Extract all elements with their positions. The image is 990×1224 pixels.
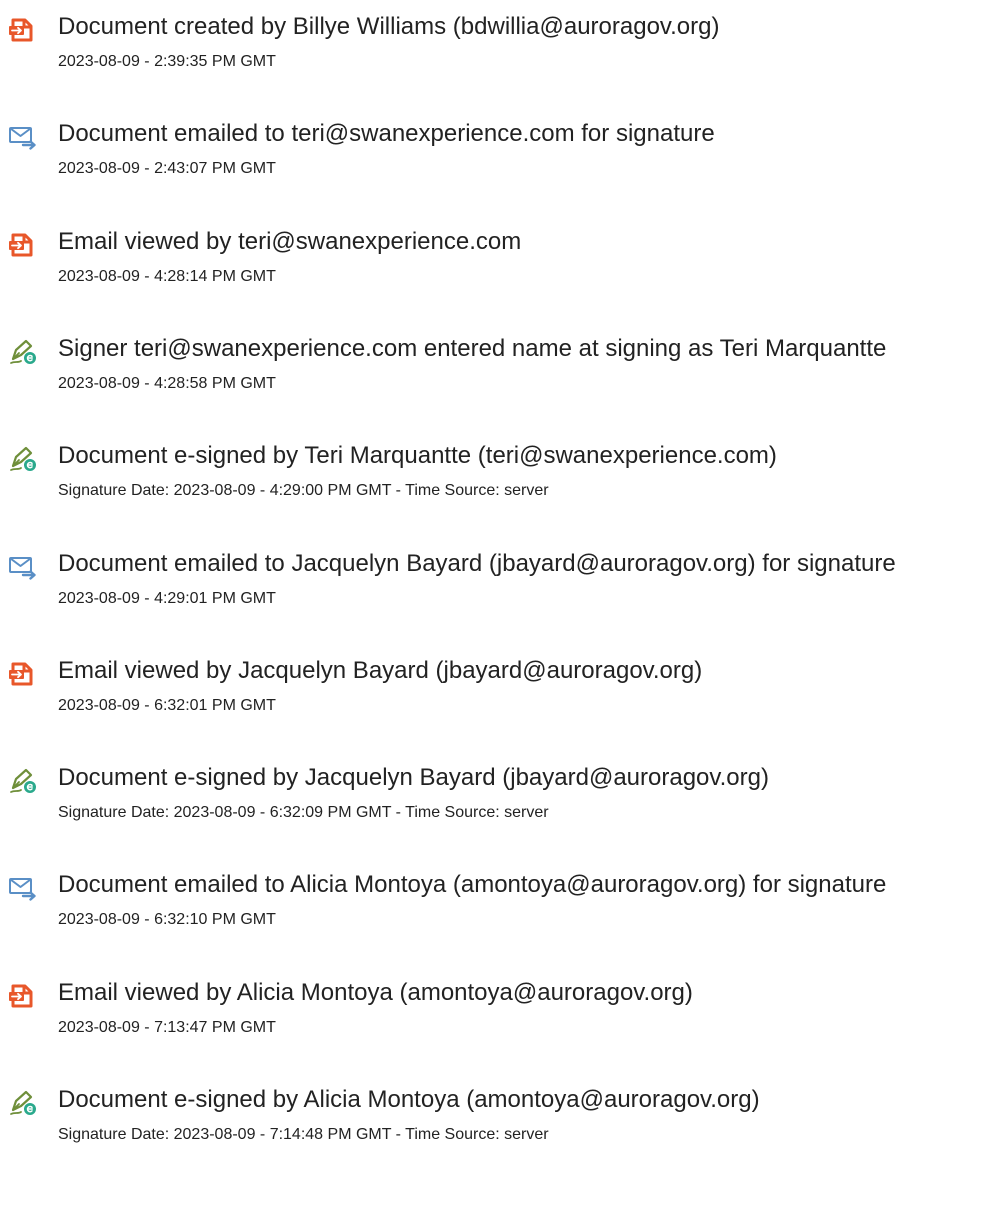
event-timestamp: Signature Date: 2023-08-09 - 7:14:48 PM … (58, 1126, 549, 1143)
audit-event: Document e-signed by Jacquelyn Bayard (j… (0, 763, 990, 843)
event-title: Email viewed by teri@swanexperience.com (58, 228, 522, 255)
e-sign-pen-icon (9, 446, 37, 472)
email-send-icon (9, 554, 37, 580)
audit-event: Email viewed by teri@swanexperience.com 2… (0, 227, 990, 307)
event-timestamp: 2023-08-09 - 2:43:07 PM GMT (58, 160, 276, 177)
event-title: Document created by Billye Williams (bdw… (58, 13, 720, 40)
audit-event: Email viewed by Jacquelyn Bayard (jbayar… (0, 656, 990, 736)
event-timestamp: 2023-08-09 - 6:32:01 PM GMT (58, 697, 276, 714)
document-view-icon (9, 17, 37, 43)
event-timestamp: Signature Date: 2023-08-09 - 6:32:09 PM … (58, 804, 549, 821)
e-sign-pen-icon (9, 339, 37, 365)
event-timestamp: 2023-08-09 - 4:28:58 PM GMT (58, 375, 276, 392)
audit-event: Document e-signed by Teri Marquantte (te… (0, 441, 990, 521)
event-title: Email viewed by Jacquelyn Bayard (jbayar… (58, 657, 703, 684)
audit-event: Signer teri@swanexperience.com entered n… (0, 334, 990, 414)
audit-event: Document emailed to Alicia Montoya (amon… (0, 870, 990, 950)
event-timestamp: 2023-08-09 - 7:13:47 PM GMT (58, 1019, 276, 1036)
event-title: Document emailed to Jacquelyn Bayard (jb… (58, 550, 896, 577)
e-sign-pen-icon (9, 1090, 37, 1116)
event-title: Document emailed to teri@swanexperience.… (58, 120, 715, 147)
event-timestamp: 2023-08-09 - 2:39:35 PM GMT (58, 53, 276, 70)
audit-event: Document emailed to teri@swanexperience.… (0, 119, 990, 199)
event-title: Signer teri@swanexperience.com entered n… (58, 335, 887, 362)
audit-event: Document e-signed by Alicia Montoya (amo… (0, 1085, 990, 1165)
event-timestamp: 2023-08-09 - 4:28:14 PM GMT (58, 268, 276, 285)
audit-event: Email viewed by Alicia Montoya (amontoya… (0, 978, 990, 1058)
audit-event: Document created by Billye Williams (bdw… (0, 12, 990, 92)
email-send-icon (9, 124, 37, 150)
audit-event: Document emailed to Jacquelyn Bayard (jb… (0, 549, 990, 629)
document-view-icon (9, 232, 37, 258)
event-title: Document e-signed by Jacquelyn Bayard (j… (58, 764, 769, 791)
document-view-icon (9, 661, 37, 687)
event-title: Document e-signed by Alicia Montoya (amo… (58, 1086, 760, 1113)
email-send-icon (9, 875, 37, 901)
document-view-icon (9, 983, 37, 1009)
event-title: Document e-signed by Teri Marquantte (te… (58, 442, 777, 469)
event-timestamp: 2023-08-09 - 4:29:01 PM GMT (58, 590, 276, 607)
event-timestamp: Signature Date: 2023-08-09 - 4:29:00 PM … (58, 482, 549, 499)
event-title: Document emailed to Alicia Montoya (amon… (58, 871, 887, 898)
event-title: Email viewed by Alicia Montoya (amontoya… (58, 979, 693, 1006)
e-sign-pen-icon (9, 768, 37, 794)
event-timestamp: 2023-08-09 - 6:32:10 PM GMT (58, 911, 276, 928)
